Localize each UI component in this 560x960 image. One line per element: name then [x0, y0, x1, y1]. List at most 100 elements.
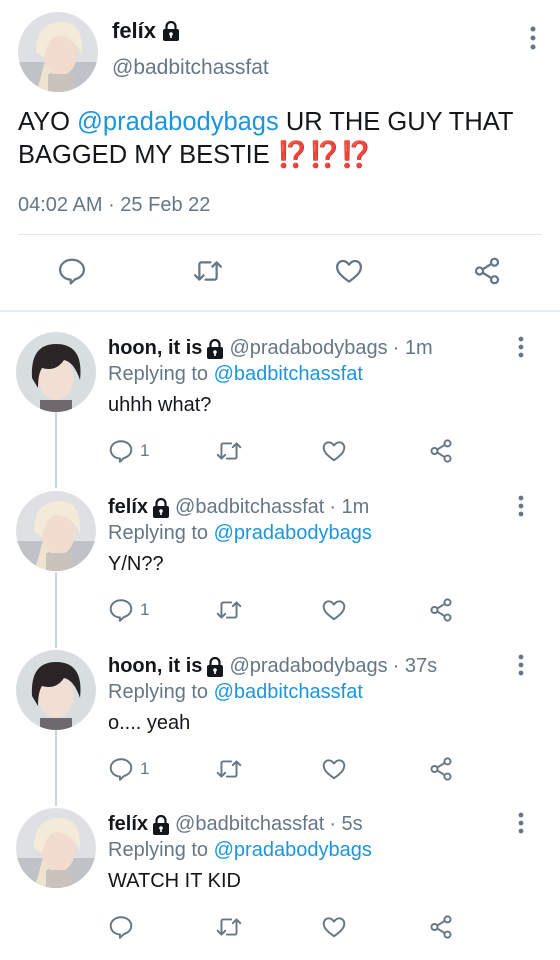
- replying-to: Replying to @badbitchassfat: [108, 681, 363, 704]
- author-name-text: felíx: [112, 18, 157, 43]
- author-name[interactable]: hoon, it is: [108, 655, 202, 678]
- retweet-button[interactable]: [215, 912, 243, 942]
- reply-count: 1: [140, 600, 150, 619]
- tweet-text: AYO @pradabodybags UR THE GUY THAT BAGGE…: [18, 106, 548, 172]
- like-button[interactable]: [321, 754, 347, 784]
- avatar[interactable]: [16, 650, 96, 730]
- tweet-time: 04:02 AM: [18, 194, 103, 216]
- reply-icon: [109, 916, 133, 939]
- author-handle[interactable]: @badbitchassfat: [175, 813, 324, 836]
- lock-icon: [162, 21, 180, 41]
- replying-to-link[interactable]: @pradabodybags: [214, 522, 372, 544]
- reply-button[interactable]: 1: [108, 436, 149, 466]
- reply-time: · 5s: [329, 813, 363, 835]
- reply-actions: 1: [0, 595, 560, 627]
- reply-button[interactable]: [108, 912, 140, 942]
- reply-header: felíx @badbitchassfat · 5s: [108, 813, 363, 836]
- replying-to-link[interactable]: @pradabodybags: [214, 839, 372, 861]
- reply-icon: [109, 599, 133, 622]
- share-button[interactable]: [470, 254, 504, 288]
- like-icon: [322, 441, 346, 462]
- author-name[interactable]: felíx: [108, 496, 148, 519]
- retweet-icon: [216, 601, 242, 619]
- reply-actions: 1: [0, 436, 560, 468]
- reply-text: uhhh what?: [108, 394, 212, 416]
- interrobang-emoji: ⁉️⁉️⁉️: [276, 141, 373, 169]
- reply-header: hoon, it is @pradabodybags · 1m: [108, 337, 433, 360]
- reply-count: 1: [140, 441, 150, 460]
- avatar[interactable]: [16, 491, 96, 571]
- more-options-icon[interactable]: [518, 812, 524, 834]
- reply-tweet[interactable]: hoon, it is @pradabodybags · 37s Replyin…: [0, 650, 560, 808]
- share-button[interactable]: [428, 436, 454, 466]
- avatar-blonde-image: [16, 808, 96, 888]
- retweet-button[interactable]: [215, 754, 243, 784]
- share-button[interactable]: [428, 754, 454, 784]
- author-name[interactable]: felíx: [108, 813, 148, 836]
- replying-prefix: Replying to: [108, 839, 214, 861]
- reply-tweet[interactable]: hoon, it is @pradabodybags · 1m Replying…: [0, 332, 560, 490]
- avatar-blonde-image: [16, 491, 96, 571]
- replying-prefix: Replying to: [108, 681, 214, 703]
- reply-tweet[interactable]: felíx @badbitchassfat · 1m Replying to @…: [0, 491, 560, 649]
- reply-count: 1: [140, 759, 150, 778]
- more-options-icon[interactable]: [530, 26, 536, 50]
- avatar[interactable]: [16, 332, 96, 412]
- like-button[interactable]: [321, 595, 347, 625]
- more-options-icon[interactable]: [518, 336, 524, 358]
- retweet-icon: [193, 261, 223, 281]
- reply-button[interactable]: 1: [108, 754, 149, 784]
- share-icon: [430, 757, 452, 781]
- reply-actions: [0, 912, 560, 944]
- mention-link[interactable]: @pradabodybags: [77, 108, 279, 136]
- reply-tweet[interactable]: felíx @badbitchassfat · 5s Replying to @…: [0, 808, 560, 960]
- avatar-dark-image: [16, 332, 96, 412]
- reply-header: felíx @badbitchassfat · 1m: [108, 496, 369, 519]
- author-handle[interactable]: @badbitchassfat: [175, 496, 324, 519]
- like-icon: [322, 600, 346, 621]
- retweet-icon: [216, 442, 242, 460]
- like-icon: [322, 759, 346, 780]
- more-options-icon[interactable]: [518, 495, 524, 517]
- author-handle[interactable]: @pradabodybags: [229, 655, 387, 678]
- replying-to-link[interactable]: @badbitchassfat: [214, 363, 363, 385]
- reply-button[interactable]: [55, 254, 89, 288]
- retweet-button[interactable]: [191, 254, 225, 288]
- avatar[interactable]: [16, 808, 96, 888]
- avatar[interactable]: [18, 12, 98, 92]
- reply-time: · 37s: [392, 655, 438, 677]
- author-handle[interactable]: @pradabodybags: [229, 337, 387, 360]
- retweet-button[interactable]: [215, 595, 243, 625]
- lock-icon: [206, 338, 224, 359]
- reply-button[interactable]: 1: [108, 595, 149, 625]
- like-icon: [336, 259, 362, 283]
- section-divider: [0, 310, 560, 312]
- like-button[interactable]: [321, 912, 347, 942]
- reply-icon: [109, 440, 133, 463]
- reply-text: Y/N??: [108, 553, 164, 575]
- reply-header: hoon, it is @pradabodybags · 37s: [108, 655, 437, 678]
- reply-actions: 1: [0, 754, 560, 786]
- author-name[interactable]: felíx: [112, 18, 180, 44]
- replying-to: Replying to @badbitchassfat: [108, 363, 363, 386]
- reply-time: · 1m: [392, 337, 433, 359]
- lock-icon: [206, 656, 224, 677]
- tweet-text-prefix: AYO: [18, 108, 78, 136]
- avatar-dark-image: [16, 650, 96, 730]
- reply-icon: [109, 758, 133, 781]
- replying-to-link[interactable]: @badbitchassfat: [214, 681, 363, 703]
- tweet-timestamp[interactable]: 04:02 AM · 25 Feb 22: [18, 194, 210, 217]
- replying-prefix: Replying to: [108, 522, 214, 544]
- like-button[interactable]: [321, 436, 347, 466]
- share-button[interactable]: [428, 912, 454, 942]
- more-options-icon[interactable]: [518, 654, 524, 676]
- divider: [18, 234, 542, 235]
- author-name[interactable]: hoon, it is: [108, 337, 202, 360]
- retweet-button[interactable]: [215, 436, 243, 466]
- share-button[interactable]: [428, 595, 454, 625]
- author-handle[interactable]: @badbitchassfat: [112, 56, 269, 80]
- retweet-icon: [216, 918, 242, 936]
- like-button[interactable]: [332, 254, 366, 288]
- reply-text: WATCH IT KID: [108, 870, 241, 892]
- lock-icon: [152, 814, 170, 835]
